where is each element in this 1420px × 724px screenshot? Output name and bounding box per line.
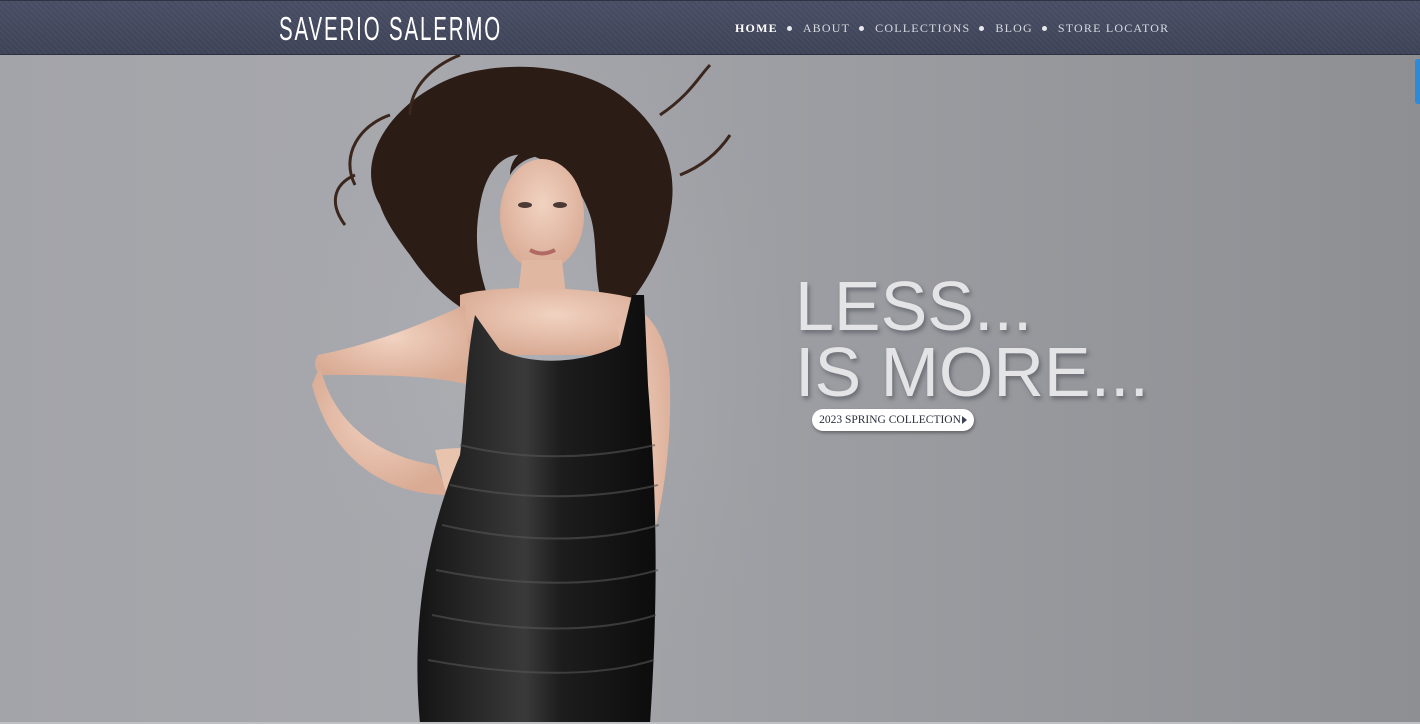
main-nav: HOME ABOUT COLLECTIONS BLOG STORE LOCATO…: [735, 1, 1169, 56]
play-arrow-icon: [961, 416, 967, 425]
nav-item-blog[interactable]: BLOG: [995, 21, 1032, 36]
nav-separator-dot: [859, 26, 865, 31]
hero-banner: LESS... IS MORE... 2023 SPRING COLLECTIO…: [0, 55, 1420, 724]
hero-model-image: [260, 55, 780, 724]
nav-separator-dot: [786, 26, 792, 31]
hero-headline: LESS... IS MORE...: [795, 267, 1149, 411]
nav-separator-dot: [979, 26, 985, 31]
nav-item-about[interactable]: ABOUT: [803, 21, 850, 36]
nav-separator-dot: [1041, 26, 1047, 31]
headline-line-1: LESS...: [795, 267, 1033, 345]
nav-item-collections[interactable]: COLLECTIONS: [875, 21, 970, 36]
page: SAVERIO SALERMO HOME ABOUT COLLECTIONS B…: [0, 0, 1420, 724]
nav-item-home[interactable]: HOME: [735, 21, 778, 36]
side-feedback-tab[interactable]: [1415, 59, 1420, 104]
site-logo[interactable]: SAVERIO SALERMO: [279, 9, 502, 49]
nav-item-store-locator[interactable]: STORE LOCATOR: [1058, 21, 1170, 36]
headline-line-2: IS MORE...: [795, 333, 1149, 411]
cta-label: 2023 SPRING COLLECTION: [819, 414, 961, 426]
spring-collection-button[interactable]: 2023 SPRING COLLECTION: [812, 409, 974, 431]
top-navigation-bar: SAVERIO SALERMO HOME ABOUT COLLECTIONS B…: [0, 0, 1420, 55]
